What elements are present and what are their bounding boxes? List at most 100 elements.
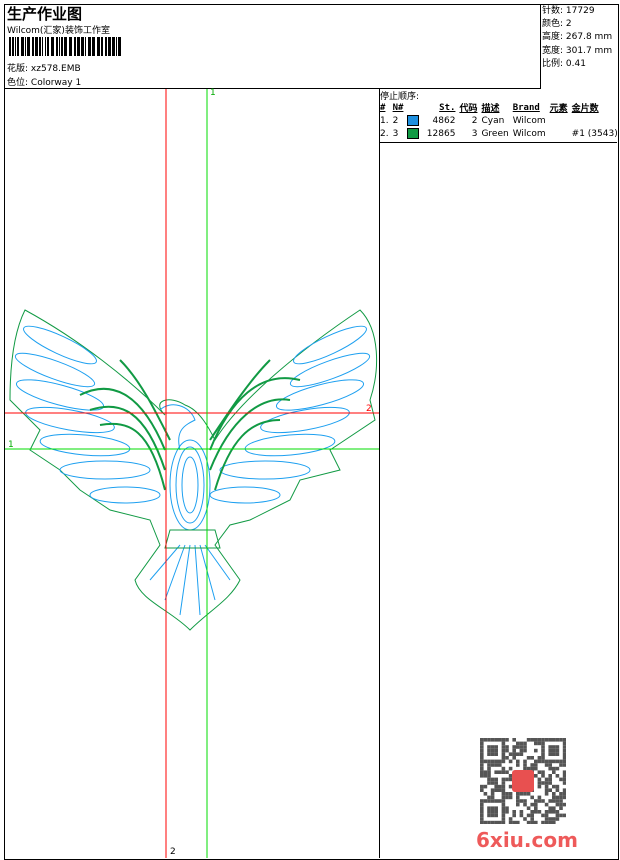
qr-module: [501, 752, 506, 756]
qr-module: [562, 777, 566, 782]
qr-module: [501, 741, 506, 746]
qr-module: [494, 738, 498, 742]
qr-module: [562, 745, 566, 749]
qr-module: [523, 741, 527, 746]
qr-module: [534, 741, 538, 746]
qr-module: [534, 766, 538, 771]
qr-module: [501, 766, 506, 771]
qr-module: [552, 806, 556, 810]
qr-module: [512, 752, 516, 756]
qr-module: [498, 763, 502, 767]
qr-module: [541, 820, 545, 824]
qr-module: [483, 792, 488, 796]
qr-module: [483, 770, 488, 774]
qr-module: [555, 799, 560, 803]
qr-module: [541, 745, 545, 749]
qr-module: [544, 813, 549, 818]
qr-module: [501, 820, 506, 824]
qr-module: [537, 759, 542, 764]
qr-module: [490, 748, 495, 753]
qr-module: [480, 741, 484, 746]
qr-module: [490, 752, 495, 756]
qr-module: [480, 770, 484, 774]
qr-module: [544, 738, 549, 742]
qr-module: [501, 799, 506, 803]
qr-module: [552, 738, 556, 742]
qr-module: [494, 781, 498, 785]
qr-module: [562, 752, 566, 756]
qr-module: [548, 738, 552, 742]
qr-module: [544, 810, 549, 814]
qr-module: [523, 802, 527, 807]
qr-module: [552, 784, 556, 789]
qr-module: [498, 820, 502, 824]
qr-module: [523, 759, 527, 764]
qr-module: [530, 738, 534, 742]
qr-module: [552, 766, 556, 771]
qr-module: [508, 795, 513, 800]
qr-module: [490, 820, 495, 824]
qr-module: [552, 792, 556, 796]
body-blue: [149, 404, 231, 616]
qr-module: [501, 759, 506, 764]
qr-module: [530, 763, 534, 767]
qr-module: [534, 802, 538, 807]
qr-module: [555, 748, 560, 753]
qr-module: [552, 810, 556, 814]
qr-module: [490, 799, 495, 803]
qr-module: [505, 756, 509, 760]
qr-module: [534, 806, 538, 810]
qr-module: [548, 788, 552, 792]
qr-module: [548, 759, 552, 764]
right-wing-blue: [209, 325, 371, 504]
qr-module: [480, 810, 484, 814]
qr-module: [534, 799, 538, 803]
qr-module: [490, 788, 495, 792]
qr-module: [519, 748, 524, 753]
qr-module: [555, 788, 560, 792]
qr-module: [541, 774, 545, 778]
qr-module: [487, 748, 491, 753]
qr-module: [501, 802, 506, 807]
qr-module: [537, 777, 542, 782]
qr-module: [487, 820, 491, 824]
qr-module: [559, 777, 563, 782]
qr-module: [523, 745, 527, 749]
qr-module: [544, 802, 549, 807]
qr-module: [548, 748, 552, 753]
qr-module: [516, 792, 520, 796]
qr-module: [519, 752, 524, 756]
qr-module: [508, 752, 513, 756]
qr-module: [562, 738, 566, 742]
qr-module: [523, 748, 527, 753]
qr-module: [523, 792, 527, 796]
qr-module: [530, 756, 534, 760]
qr-module: [544, 759, 549, 764]
qr-module: [498, 759, 502, 764]
qr-module: [541, 799, 545, 803]
qr-module: [544, 792, 549, 796]
qr-module: [548, 777, 552, 782]
qr-module: [562, 763, 566, 767]
production-worksheet: 生产作业图 Wilcom(汇家)装饰工作室 花版: xz578.EMB 色位: …: [0, 0, 620, 860]
qr-module: [480, 738, 484, 742]
qr-module: [494, 799, 498, 803]
qr-module: [487, 759, 491, 764]
qr-module: [487, 745, 491, 749]
qr-module: [516, 759, 520, 764]
qr-module: [480, 745, 484, 749]
qr-module: [559, 806, 563, 810]
qr-module: [508, 766, 513, 771]
qr-module: [555, 774, 560, 778]
qr-module: [487, 806, 491, 810]
qr-module: [483, 738, 488, 742]
qr-module: [494, 813, 498, 818]
qr-module: [562, 774, 566, 778]
qr-module: [548, 806, 552, 810]
qr-module: [523, 817, 527, 821]
qr-module: [494, 820, 498, 824]
qr-module: [526, 738, 531, 742]
qr-module: [480, 756, 484, 760]
qr-module: [519, 799, 524, 803]
qr-module: [483, 820, 488, 824]
